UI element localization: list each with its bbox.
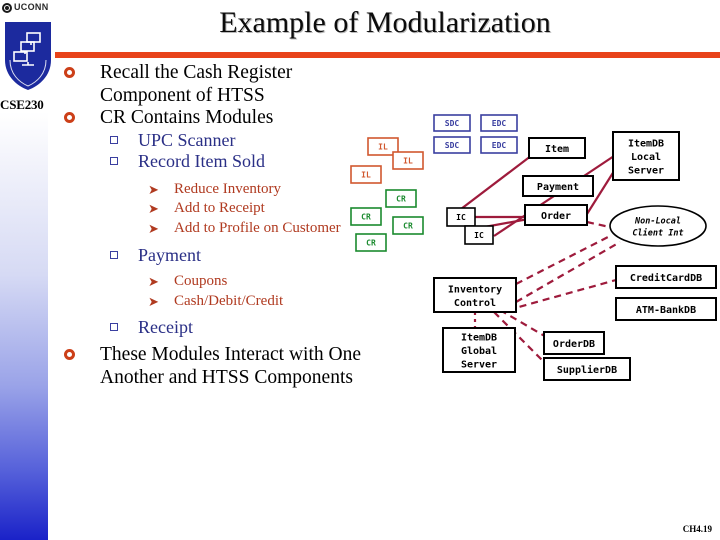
diagram-node-ic1: IC [446, 207, 476, 227]
bullet-text: CR Contains Modules [100, 107, 274, 128]
node-label: Item [545, 144, 569, 155]
node-label: CR [361, 213, 371, 222]
node-label: Server [461, 360, 497, 371]
bullet-list: Recall the Cash Register Component of HT… [58, 62, 388, 389]
bullet-arrow-icon: ➤ [148, 275, 159, 290]
diagram-node-edc1: EDC [480, 114, 518, 132]
node-label: CR [403, 222, 413, 231]
diagram-node-sdc1: SDC [433, 114, 471, 132]
bullet-text: Cash/Debit/Credit [174, 292, 284, 309]
decorative-left-rail [0, 112, 48, 540]
node-label: OrderDB [553, 339, 595, 350]
node-label: IL [361, 171, 371, 180]
bullet-circle-icon [64, 349, 75, 360]
diagram-node-edc2: EDC [480, 136, 518, 154]
bullet-circle-icon [64, 67, 75, 78]
diagram-node-atmbankdb: ATM-BankDB [615, 297, 717, 321]
diagram-node-il3: IL [350, 165, 382, 184]
bullet-text: Recall the Cash Register Component of HT… [100, 62, 293, 106]
node-label: Global [461, 346, 497, 357]
bullet-square-icon [110, 156, 118, 165]
bullet-square-icon [110, 323, 118, 331]
node-label: Order [541, 211, 571, 222]
bullet-arrow-icon: ➤ [148, 182, 159, 198]
slide-canvas: UCONN CSE230 Example of Modularization R… [0, 0, 720, 540]
diagram-node-creditcarddb: CreditCardDB [615, 265, 717, 289]
bullet-arrow-icon: ➤ [148, 221, 159, 237]
list-item: UPC Scanner [100, 130, 388, 151]
diagram-nodes: IL IL IL CR CR CR CR SDC EDC SDC EDC IC IC Item Paymen… [350, 114, 717, 381]
list-item: Recall the Cash Register Component of HT… [58, 62, 388, 107]
cse-shield-logo-icon [3, 20, 53, 92]
bullet-text: Record Item Sold [138, 150, 265, 171]
node-label: CR [366, 239, 376, 248]
bullet-text: Receipt [138, 317, 193, 337]
bullet-text: UPC Scanner [138, 129, 236, 150]
diagram-node-itemdb_global: ItemDB Global Server [442, 327, 516, 373]
diagram-node-order: Order [524, 204, 588, 226]
node-label: CR [396, 195, 406, 204]
bullet-square-icon [110, 135, 118, 144]
diagram-node-cr3: CR [392, 216, 424, 235]
bullet-text: Add to Receipt [174, 200, 265, 216]
node-label: EDC [492, 119, 507, 128]
diagram-node-inventory: Inventory Control [433, 277, 517, 313]
slide-footer-label: CH4.19 [682, 524, 712, 534]
node-label: SDC [445, 119, 460, 128]
list-item: These Modules Interact with One Another … [58, 344, 388, 389]
diagram-node-cr4: CR [355, 233, 387, 252]
bullet-arrow-icon: ➤ [148, 294, 159, 310]
page-title: Example of Modularization [219, 6, 551, 39]
node-label: IL [378, 143, 388, 152]
node-label: ATM-BankDB [636, 305, 696, 316]
bullet-arrow-icon: ➤ [148, 202, 159, 217]
node-label: IC [456, 213, 466, 222]
title-underline-rule [55, 52, 720, 58]
diagram-node-orderdb: OrderDB [543, 331, 605, 355]
node-label: CreditCardDB [630, 272, 702, 284]
uconn-brand-bar: UCONN [0, 0, 58, 17]
uconn-wordmark: UCONN [14, 2, 49, 12]
list-item: Payment [100, 245, 388, 266]
bullet-text: Coupons [174, 273, 228, 289]
list-item: Receipt [100, 317, 388, 338]
node-label: EDC [492, 141, 507, 150]
diagram-node-il2: IL [392, 151, 424, 170]
diagram-node-cr2: CR [350, 207, 382, 226]
node-label: ItemDB [628, 139, 664, 150]
bullet-text: Reduce Inventory [174, 180, 282, 197]
node-label: IL [403, 157, 413, 166]
bullet-text: These Modules Interact with One Another … [100, 344, 362, 388]
bullet-circle-icon [64, 112, 75, 123]
diagram-node-itemdb_local: ItemDB Local Server [612, 131, 680, 181]
diagram-node-supplierdb: SupplierDB [543, 357, 631, 381]
node-label: Non-Local [634, 216, 681, 226]
node-label: Server [628, 166, 664, 177]
diagram-node-ic2: IC [464, 225, 494, 245]
node-label: ItemDB [461, 333, 497, 344]
list-item: CR Contains Modules [58, 107, 388, 130]
bullet-text: Add to Profile on Customer [174, 219, 341, 236]
node-label: SupplierDB [557, 364, 617, 376]
node-label: IC [474, 231, 484, 240]
diagram-node-nonlocal: Non-LocalClient Int [609, 205, 707, 247]
uconn-seal-icon [2, 3, 12, 13]
node-label: Payment [537, 182, 579, 193]
node-label: Client Int [632, 227, 683, 238]
architecture-diagram: IL IL IL CR CR CR CR SDC EDC SDC EDC IC IC Item Paymen… [348, 110, 720, 400]
diagram-node-item: Item [528, 137, 586, 159]
bullet-square-icon [110, 251, 118, 259]
diagram-node-cr1: CR [385, 189, 417, 208]
diagram-node-sdc2: SDC [433, 136, 471, 154]
bullet-text: Payment [138, 245, 201, 265]
node-label: Inventory [448, 284, 502, 295]
course-code-label: CSE230 [0, 97, 44, 112]
list-item: Record Item Sold [100, 151, 388, 172]
node-label: Local [631, 152, 661, 163]
diagram-node-payment: Payment [522, 175, 594, 197]
node-label: Control [454, 298, 496, 309]
node-label: SDC [445, 141, 460, 150]
